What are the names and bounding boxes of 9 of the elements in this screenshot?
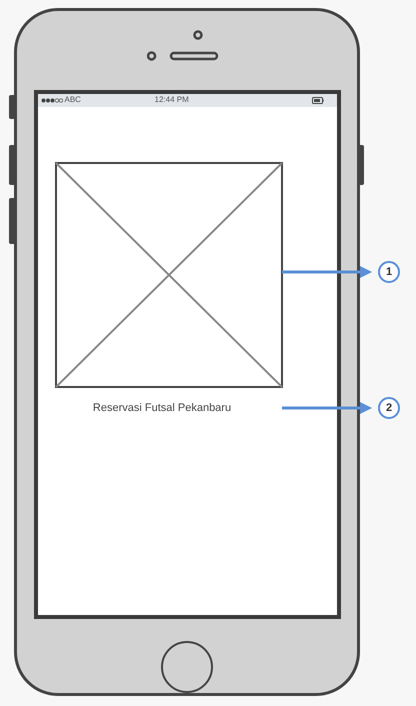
image-placeholder-icon [54,162,282,388]
signal-icon [40,98,62,103]
annotation-number: 2 [378,397,400,419]
app-title: Reservasi Futsal Pekanbaru [92,400,232,416]
home-button[interactable] [161,641,213,693]
annotation-number: 1 [378,261,400,283]
carrier-text: ABC [64,96,82,104]
battery-icon [312,96,324,104]
status-time: 12:44 PM [154,96,190,104]
